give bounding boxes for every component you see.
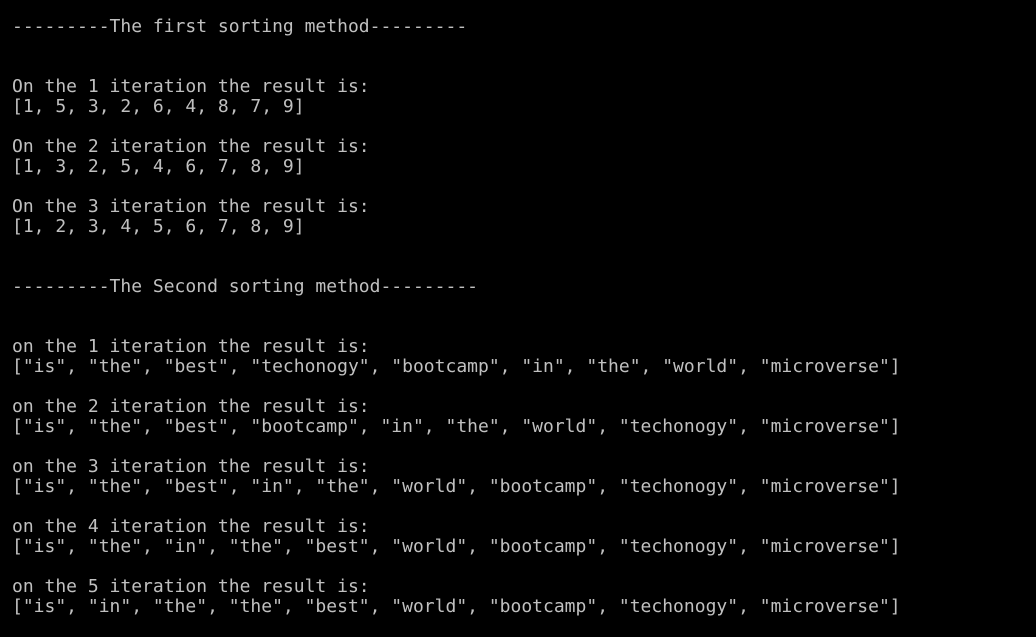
section2-header: ---------The Second sorting method------…: [12, 276, 478, 297]
iteration-result: [1, 2, 3, 4, 5, 6, 7, 8, 9]: [12, 216, 305, 237]
iteration-result: ["is", "the", "in", "the", "best", "worl…: [12, 536, 901, 557]
iteration-label: on the 4 iteration the result is:: [12, 516, 370, 537]
iteration-label: on the 3 iteration the result is:: [12, 456, 370, 477]
iteration-label: On the 3 iteration the result is:: [12, 196, 370, 217]
iteration-result: ["is", "the", "best", "in", "the", "worl…: [12, 476, 901, 497]
section1-header: ---------The first sorting method-------…: [12, 16, 468, 37]
terminal-output[interactable]: ---------The first sorting method-------…: [0, 0, 1036, 637]
iteration-result: ["is", "the", "best", "techonogy", "boot…: [12, 356, 901, 377]
iteration-result: ["is", "in", "the", "the", "best", "worl…: [12, 596, 901, 617]
iteration-label: on the 1 iteration the result is:: [12, 336, 370, 357]
iteration-result: [1, 5, 3, 2, 6, 4, 8, 7, 9]: [12, 96, 305, 117]
iteration-label: On the 1 iteration the result is:: [12, 76, 370, 97]
iteration-label: on the 2 iteration the result is:: [12, 396, 370, 417]
iteration-label: on the 5 iteration the result is:: [12, 576, 370, 597]
iteration-result: ["is", "the", "best", "bootcamp", "in", …: [12, 416, 901, 437]
iteration-label: On the 2 iteration the result is:: [12, 136, 370, 157]
iteration-result: [1, 3, 2, 5, 4, 6, 7, 8, 9]: [12, 156, 305, 177]
